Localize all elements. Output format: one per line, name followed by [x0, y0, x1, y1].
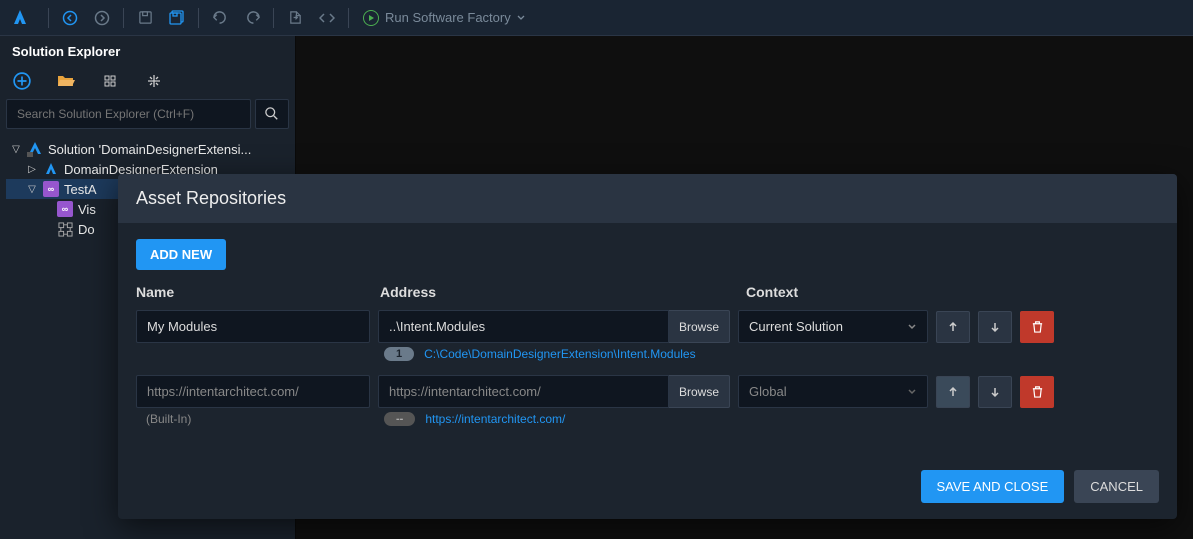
vs-icon: ∞: [42, 181, 60, 197]
code-button[interactable]: [312, 3, 342, 33]
count-badge: 1: [384, 347, 414, 361]
add-new-button[interactable]: ADD NEW: [136, 239, 226, 270]
play-icon: [363, 10, 379, 26]
browse-button[interactable]: Browse: [669, 375, 730, 408]
save-and-close-button[interactable]: SAVE AND CLOSE: [921, 470, 1065, 503]
repo-sub-row: (Built-In) -- https://intentarchitect.co…: [136, 412, 1159, 426]
app-icon: [42, 161, 60, 177]
asset-repositories-dialog: Asset Repositories ADD NEW Name Address …: [118, 174, 1177, 519]
repo-address-input[interactable]: [378, 375, 669, 408]
collapse-all-button[interactable]: [144, 71, 164, 91]
cancel-button[interactable]: CANCEL: [1074, 470, 1159, 503]
chevron-right-icon[interactable]: ▷: [26, 164, 38, 175]
repo-name-input[interactable]: [136, 310, 370, 343]
app-logo: [8, 6, 32, 30]
resolved-path-link[interactable]: C:\Code\DomainDesignerExtension\Intent.M…: [424, 347, 695, 361]
move-down-button[interactable]: [978, 376, 1012, 408]
add-button[interactable]: [12, 71, 32, 91]
back-button[interactable]: [55, 3, 85, 33]
vs-icon: ∞: [56, 201, 74, 217]
run-software-factory-button[interactable]: Run Software Factory: [355, 3, 533, 33]
forward-button[interactable]: [87, 3, 117, 33]
move-down-button[interactable]: [978, 311, 1012, 343]
module-icon: [56, 221, 74, 237]
repo-row: Browse Global: [136, 375, 1159, 408]
resolved-path-link[interactable]: https://intentarchitect.com/: [425, 412, 565, 426]
chevron-down-icon[interactable]: ▽: [10, 144, 22, 155]
tree-solution-root[interactable]: ▽ Solution 'DomainDesignerExtensi...: [6, 139, 289, 159]
solution-icon: [26, 141, 44, 157]
repo-row: Browse Current Solution: [136, 310, 1159, 343]
search-button[interactable]: [255, 99, 289, 129]
expand-all-button[interactable]: [100, 71, 120, 91]
panel-title: Solution Explorer: [0, 36, 295, 67]
open-folder-button[interactable]: [56, 71, 76, 91]
context-select[interactable]: Current Solution: [738, 310, 928, 343]
count-badge: --: [384, 412, 415, 426]
repo-address-input[interactable]: [378, 310, 669, 343]
save-all-button[interactable]: [162, 3, 192, 33]
chevron-down-icon: [907, 322, 917, 332]
redo-button[interactable]: [237, 3, 267, 33]
chevron-down-icon[interactable]: ▽: [26, 184, 38, 195]
chevron-down-icon: [907, 387, 917, 397]
dialog-title: Asset Repositories: [118, 174, 1177, 223]
export-button[interactable]: [280, 3, 310, 33]
chevron-down-icon: [517, 14, 525, 22]
delete-button[interactable]: [1020, 376, 1054, 408]
search-input[interactable]: [6, 99, 251, 129]
context-select[interactable]: Global: [738, 375, 928, 408]
delete-button[interactable]: [1020, 311, 1054, 343]
repo-sub-row: 1 C:\Code\DomainDesignerExtension\Intent…: [136, 347, 1159, 361]
column-header-context: Context: [746, 284, 940, 300]
save-button[interactable]: [130, 3, 160, 33]
column-header-address: Address: [380, 284, 740, 300]
browse-button[interactable]: Browse: [669, 310, 730, 343]
move-up-button[interactable]: [936, 311, 970, 343]
move-up-button[interactable]: [936, 376, 970, 408]
undo-button[interactable]: [205, 3, 235, 33]
column-header-name: Name: [136, 284, 380, 300]
repo-name-input[interactable]: [136, 375, 370, 408]
